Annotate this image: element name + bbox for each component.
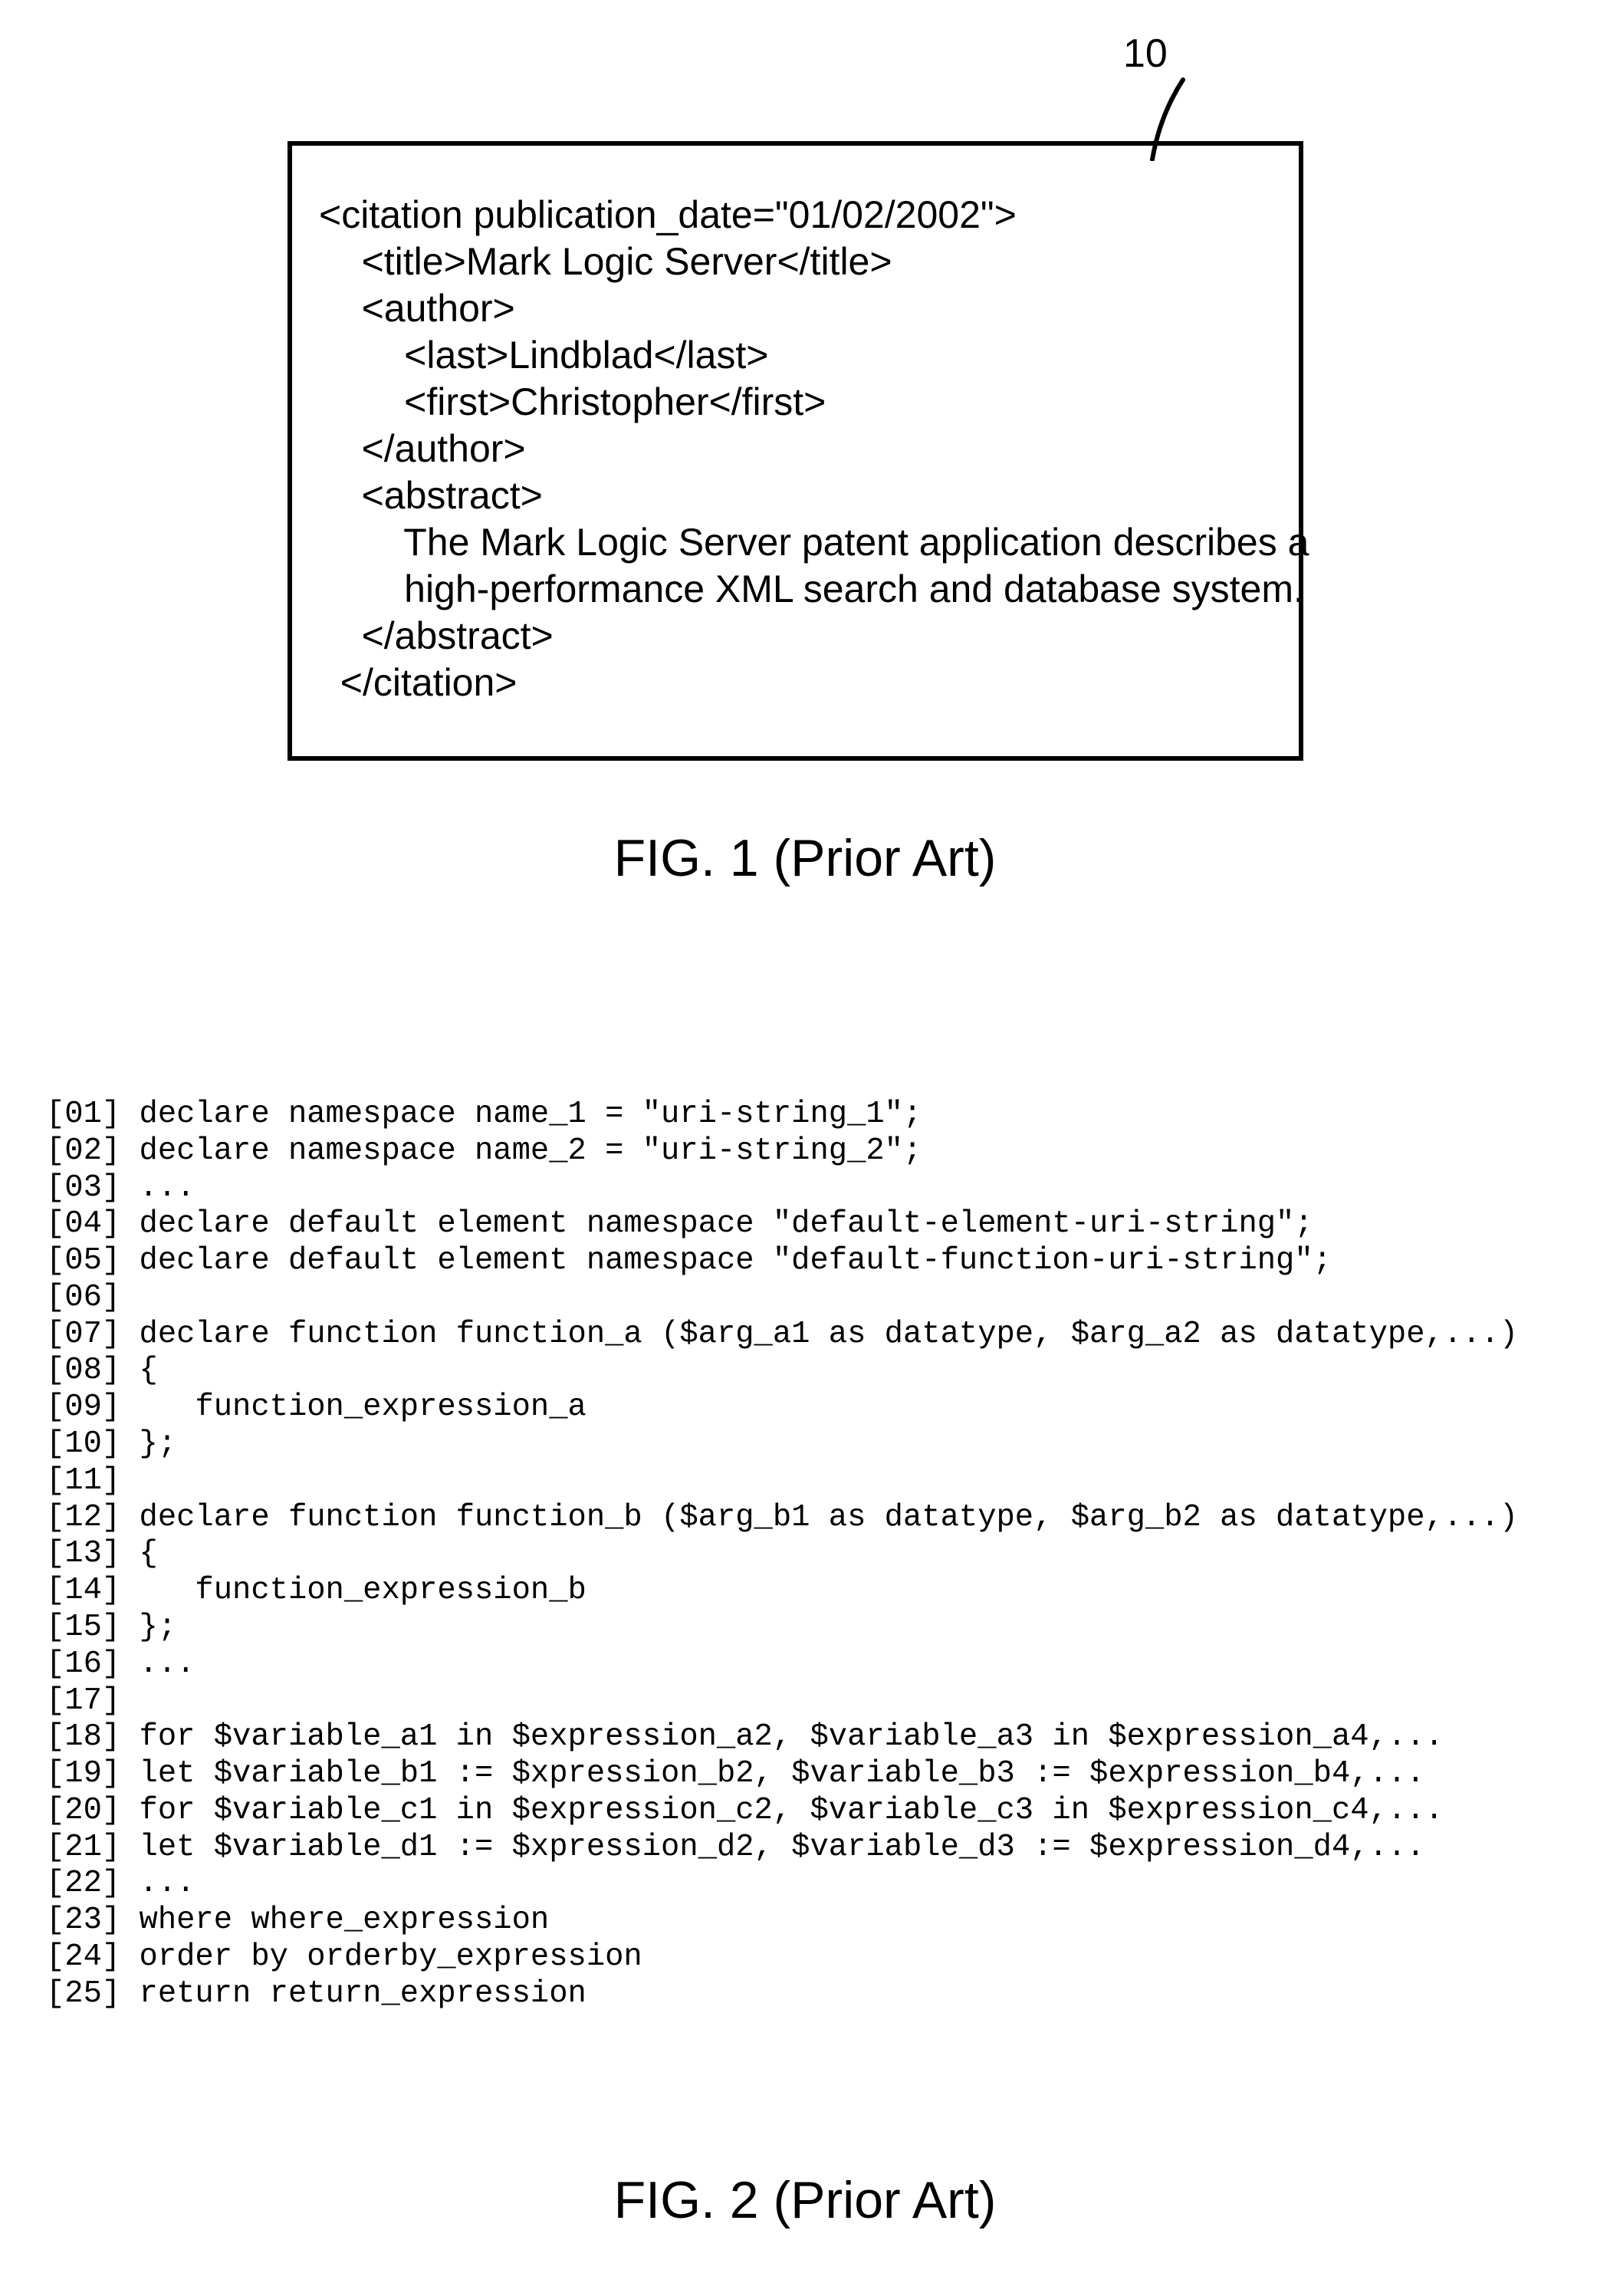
xml-document-box: <citation publication_date="01/02/2002">… [288, 141, 1303, 761]
figure-1-caption: FIG. 1 (Prior Art) [0, 828, 1610, 888]
xml-document-content: <citation publication_date="01/02/2002">… [319, 192, 1272, 706]
xquery-code-listing: [01] declare namespace name_1 = "uri-str… [46, 1097, 1518, 2013]
callout-label-10: 10 [1123, 31, 1168, 77]
figure-2-caption: FIG. 2 (Prior Art) [0, 2170, 1610, 2230]
page: 10 <citation publication_date="01/02/200… [0, 0, 1610, 2296]
